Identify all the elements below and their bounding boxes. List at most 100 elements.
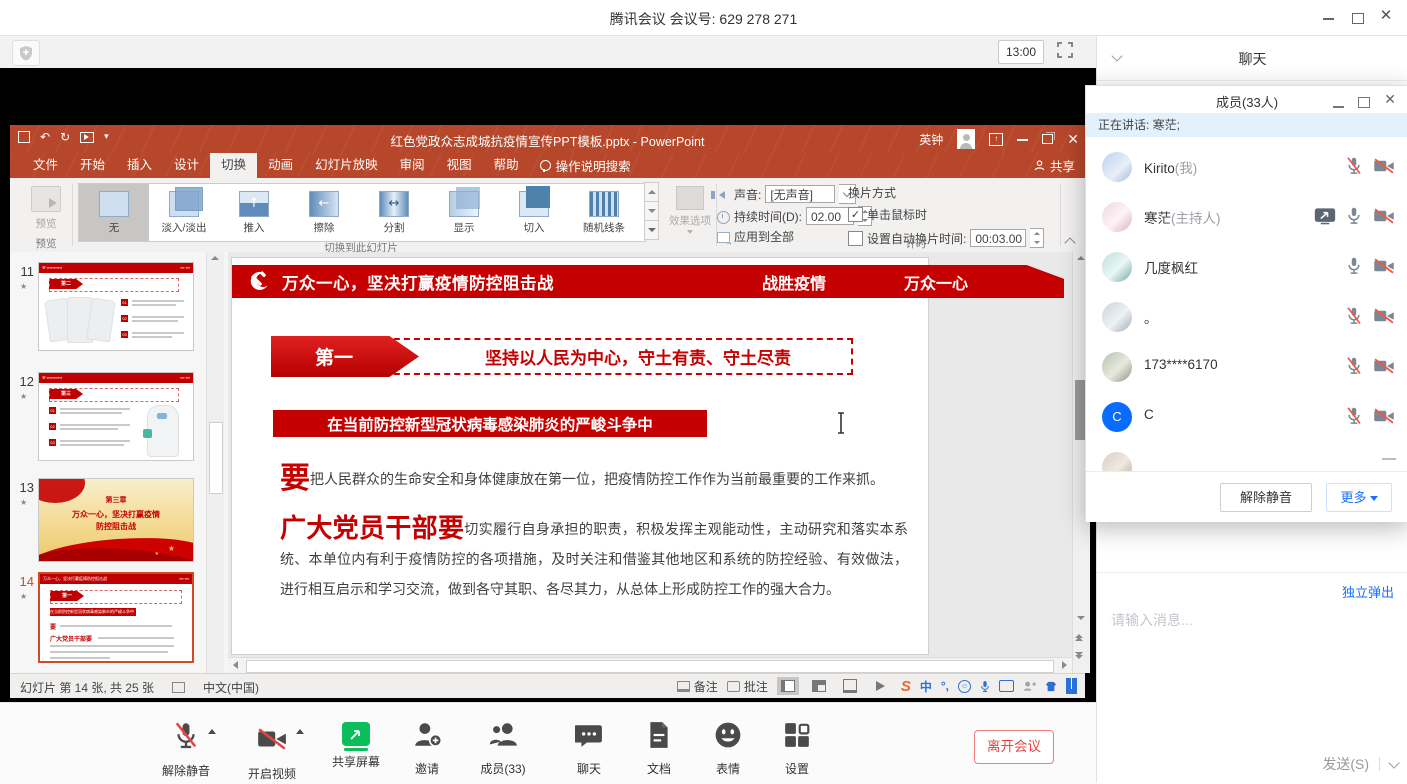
user-avatar[interactable] — [957, 129, 975, 149]
ime-person-icon[interactable] — [1023, 680, 1036, 692]
horizontal-scrollbar[interactable] — [228, 657, 1072, 673]
leave-meeting-button[interactable]: 离开会议 — [974, 730, 1054, 764]
mic-muted-icon[interactable] — [1345, 406, 1363, 426]
accessibility-icon[interactable] — [172, 682, 185, 693]
transition-cut[interactable]: 切入 — [499, 184, 569, 241]
effect-options-button[interactable]: 效果选项 — [666, 186, 714, 234]
ppt-restore-button[interactable] — [1042, 134, 1053, 144]
ime-voice-icon[interactable] — [980, 680, 990, 693]
share-button[interactable]: 共享 — [1034, 153, 1075, 178]
member-row[interactable]: Kirito(我) — [1086, 142, 1407, 192]
close-button[interactable]: ✕ — [1373, 9, 1399, 25]
camera-off-icon[interactable] — [1372, 357, 1396, 375]
ime-emoji-icon[interactable]: ☺ — [958, 680, 971, 693]
ribbon-display-options-icon[interactable]: ↑ — [989, 133, 1003, 146]
section-badge[interactable]: 第一 — [271, 336, 419, 377]
ppt-close-button[interactable]: ✕ — [1067, 131, 1079, 148]
camera-off-icon[interactable] — [1372, 207, 1396, 225]
member-row[interactable]: 173****6170 — [1086, 342, 1407, 392]
reading-view-button[interactable] — [839, 677, 861, 695]
tab-help[interactable]: 帮助 — [483, 153, 530, 178]
mic-muted-icon[interactable] — [1345, 306, 1363, 326]
collapse-ribbon-icon[interactable] — [1066, 234, 1076, 244]
start-video-button[interactable]: 开启视频 — [234, 721, 310, 782]
notes-button[interactable]: 备注 — [677, 678, 718, 695]
section-title[interactable]: 坚持以人民为中心，守土有责、守土尽责 — [438, 344, 838, 369]
normal-view-button[interactable] — [777, 677, 799, 695]
transition-reveal[interactable]: 显示 — [429, 184, 499, 241]
more-button[interactable]: 更多 — [1326, 483, 1392, 512]
ime-punctuation-icon[interactable]: °, — [941, 679, 949, 693]
slide-thumbnail-11[interactable]: ⚒ ▪▪▪▪▪▪▪▪▪▪▪▪▪▪ ▪▪▪ 第二 01 02 03 — [38, 262, 194, 351]
tell-me-search[interactable]: 操作说明搜索 — [530, 153, 641, 178]
auto-advance-spinner[interactable] — [1030, 228, 1044, 248]
ime-chinese-mode-icon[interactable]: 中 — [920, 678, 932, 695]
settings-button[interactable]: 设置 — [759, 721, 835, 777]
ppt-minimize-button[interactable] — [1017, 132, 1028, 146]
duration-input[interactable]: 02.00 — [806, 207, 854, 225]
emoji-button[interactable]: 表情 — [690, 721, 766, 777]
unmute-button[interactable]: 解除静音 — [1220, 483, 1312, 512]
apply-to-all-button[interactable]: 应用到全部 — [716, 228, 794, 245]
ime-skin-icon[interactable] — [1045, 681, 1057, 692]
mic-on-icon[interactable] — [1345, 206, 1363, 226]
mic-muted-icon[interactable] — [1345, 356, 1363, 376]
tab-view[interactable]: 视图 — [436, 153, 483, 178]
invite-button[interactable]: 邀请 — [389, 721, 465, 777]
security-shield-icon[interactable] — [12, 40, 40, 66]
popout-link[interactable]: 独立弹出 — [1342, 582, 1394, 601]
slideshow-view-button[interactable] — [870, 677, 892, 695]
paragraph-1[interactable]: 要把人民群众的生命安全和身体健康放在第一位，把疫情防控工作作为当前最重要的工作来… — [280, 467, 910, 491]
member-row[interactable] — [1086, 442, 1407, 471]
member-row[interactable]: 寒茫(主持人) — [1086, 192, 1407, 242]
camera-off-icon[interactable] — [1372, 157, 1396, 175]
next-slide-button[interactable] — [1075, 652, 1087, 659]
mic-muted-icon[interactable] — [1345, 156, 1363, 176]
thumb-scroll-up[interactable] — [209, 256, 221, 260]
member-row[interactable]: 几度枫红 — [1086, 242, 1407, 292]
sub-banner[interactable]: 在当前防控新型冠状病毒感染肺炎的严峻斗争中 — [273, 410, 707, 437]
paragraph-2[interactable]: 广大党员干部要切实履行自身承担的职责，积极发挥主观能动性，主动研究和落实本系统、… — [280, 514, 908, 604]
slide-header-banner[interactable]: 万众一心，坚决打赢疫情防控阻击战 战胜疫情 万众一心 — [232, 265, 1064, 298]
members-close-button[interactable]: ✕ — [1384, 91, 1396, 108]
transition-none[interactable]: 无 — [79, 184, 149, 241]
on-mouse-click-checkbox[interactable]: ✓ 单击鼠标时 — [848, 206, 927, 223]
language-indicator[interactable]: 中文(中国) — [203, 679, 259, 696]
docs-button[interactable]: 文档 — [621, 721, 697, 777]
previous-slide-button[interactable] — [1075, 634, 1087, 641]
send-button[interactable]: 发送(S) — [1322, 754, 1369, 774]
member-row[interactable]: 。 — [1086, 292, 1407, 342]
tab-slideshow[interactable]: 幻灯片放映 — [304, 153, 389, 178]
thumb-scroll-thumb[interactable] — [209, 422, 223, 494]
sogou-input-icon[interactable]: S — [901, 678, 911, 695]
tab-review[interactable]: 审阅 — [389, 153, 436, 178]
comments-button[interactable]: 批注 — [727, 678, 768, 695]
transition-fade[interactable]: 淡入/淡出 — [149, 184, 219, 241]
transition-push[interactable]: ↑推入 — [219, 184, 289, 241]
member-row[interactable]: C C — [1086, 392, 1407, 442]
fullscreen-icon[interactable] — [1056, 41, 1074, 59]
hscroll-thumb[interactable] — [246, 660, 1054, 673]
tab-file[interactable]: 文件 — [22, 153, 69, 178]
mic-on-icon[interactable] — [1345, 256, 1363, 276]
members-button[interactable]: 成员(33) — [465, 721, 541, 777]
mic-options-arrow[interactable] — [208, 729, 216, 734]
unmute-toolbar-button[interactable]: 解除静音 — [148, 721, 224, 779]
tab-transitions[interactable]: 切换 — [210, 153, 257, 178]
tab-design[interactable]: 设计 — [163, 153, 210, 178]
gallery-scroll-up[interactable] — [644, 182, 659, 202]
share-screen-button[interactable]: 共享屏幕 — [318, 721, 394, 770]
chat-message-input[interactable] — [1109, 608, 1399, 742]
sound-select[interactable]: [无声音] — [765, 185, 835, 203]
camera-off-icon[interactable] — [1372, 407, 1396, 425]
gallery-more-button[interactable] — [644, 220, 659, 240]
slide-sorter-view-button[interactable] — [808, 677, 830, 695]
vscroll-down-arrow[interactable] — [1075, 616, 1087, 620]
thumbnail-scrollbar[interactable] — [206, 252, 224, 673]
video-options-arrow[interactable] — [296, 729, 304, 734]
members-maximize-button[interactable] — [1358, 94, 1370, 112]
maximize-button[interactable] — [1345, 10, 1371, 26]
camera-off-icon[interactable] — [1372, 307, 1396, 325]
preview-button[interactable]: 预览 — [24, 186, 68, 231]
camera-off-icon[interactable] — [1372, 257, 1396, 275]
